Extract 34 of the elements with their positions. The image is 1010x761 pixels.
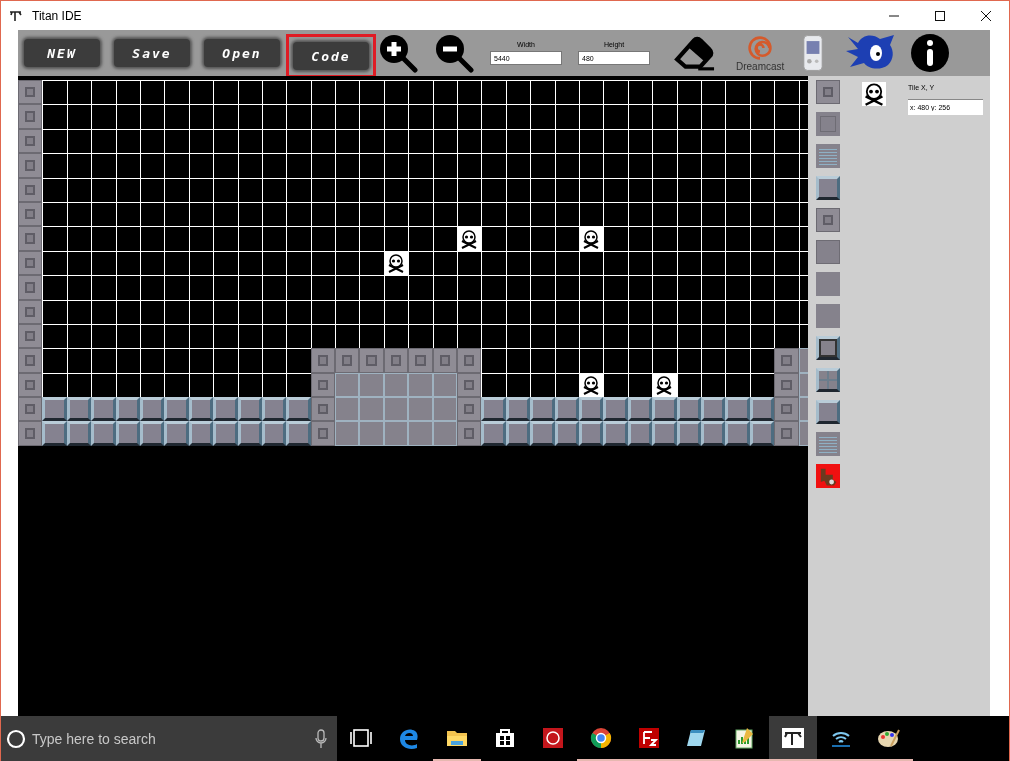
- tile-button[interactable]: [816, 80, 840, 104]
- tile-button[interactable]: [816, 144, 840, 168]
- search-field[interactable]: Type here to search: [30, 729, 315, 748]
- zoom-in-icon[interactable]: [378, 33, 418, 73]
- window-title: Titan IDE: [32, 8, 82, 23]
- maximize-icon[interactable]: [935, 10, 945, 21]
- memory-card-icon[interactable]: [802, 33, 825, 73]
- tile-button[interactable]: [816, 112, 840, 136]
- tile-button[interactable]: [816, 464, 840, 488]
- taskbar-app[interactable]: [769, 716, 817, 761]
- zoom-out-icon[interactable]: [434, 33, 474, 73]
- tile-button[interactable]: [816, 272, 840, 296]
- tile-button[interactable]: [816, 336, 840, 360]
- browser-icon: [589, 725, 613, 750]
- tile-button[interactable]: [816, 240, 840, 264]
- tile-button[interactable]: [816, 432, 840, 456]
- app-logo-icon: [9, 9, 23, 22]
- tile-button[interactable]: [816, 400, 840, 424]
- close-icon[interactable]: [981, 10, 991, 21]
- eraser-icon[interactable]: [672, 34, 716, 72]
- music-app-icon: [541, 725, 565, 750]
- app-logo-icon: [781, 725, 805, 750]
- microphone-icon[interactable]: [315, 728, 327, 749]
- level-map-drawing[interactable]: [18, 80, 808, 446]
- search-bar[interactable]: Type here to search: [1, 716, 337, 761]
- file-transfer-icon: [637, 725, 661, 750]
- tile-button[interactable]: [816, 368, 840, 392]
- info-icon[interactable]: [910, 33, 951, 73]
- search-icon: [6, 728, 26, 749]
- tile-button[interactable]: [816, 208, 840, 232]
- tile-button[interactable]: [816, 304, 840, 328]
- skull-icon: [862, 82, 886, 106]
- console-logo-button[interactable]: Dreamcast: [736, 34, 785, 72]
- tile-button[interactable]: [816, 176, 840, 200]
